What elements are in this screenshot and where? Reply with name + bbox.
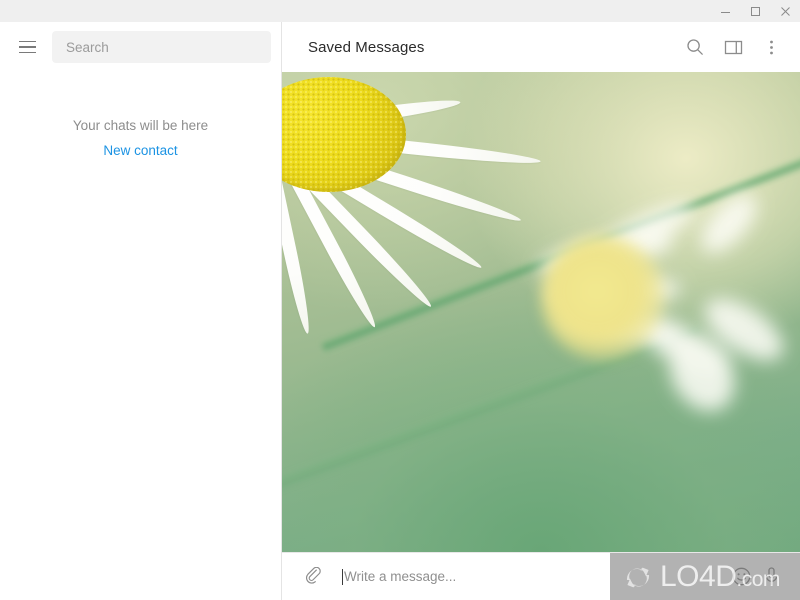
smiley-icon[interactable] bbox=[726, 562, 756, 592]
window-body: Your chats will be here New contact Save… bbox=[0, 22, 800, 600]
hamburger-line bbox=[18, 46, 36, 48]
empty-state-message: Your chats will be here bbox=[72, 118, 209, 133]
hamburger-line bbox=[18, 40, 36, 43]
title-bar bbox=[0, 0, 800, 22]
chat-title: Saved Messages bbox=[308, 38, 425, 56]
panel-toggle-icon[interactable] bbox=[714, 28, 752, 66]
chat-message-area bbox=[282, 72, 800, 552]
message-input[interactable] bbox=[344, 569, 726, 584]
chat-list-sidebar: Your chats will be here New contact bbox=[0, 22, 282, 600]
chat-header: Saved Messages bbox=[282, 22, 800, 72]
new-contact-link[interactable]: New contact bbox=[103, 143, 177, 158]
chat-panel: Saved Messages bbox=[282, 22, 800, 600]
maximize-button[interactable] bbox=[740, 0, 770, 22]
telegram-desktop-window: Your chats will be here New contact Save… bbox=[0, 0, 800, 600]
chat-list-empty-state: Your chats will be here New contact bbox=[0, 116, 281, 160]
minimize-button[interactable] bbox=[710, 0, 740, 22]
text-caret bbox=[342, 568, 343, 585]
message-composer bbox=[282, 552, 800, 600]
background-daisy-center bbox=[541, 235, 666, 360]
close-button[interactable] bbox=[770, 0, 800, 22]
sidebar-header bbox=[0, 22, 281, 72]
hamburger-line bbox=[18, 51, 36, 54]
paperclip-icon[interactable] bbox=[298, 562, 328, 592]
search-input[interactable] bbox=[52, 31, 271, 63]
hamburger-menu-icon[interactable] bbox=[14, 34, 40, 60]
search-icon[interactable] bbox=[676, 28, 714, 66]
microphone-icon[interactable] bbox=[756, 562, 786, 592]
more-menu-icon[interactable] bbox=[752, 28, 790, 66]
message-input-wrap bbox=[328, 562, 726, 592]
